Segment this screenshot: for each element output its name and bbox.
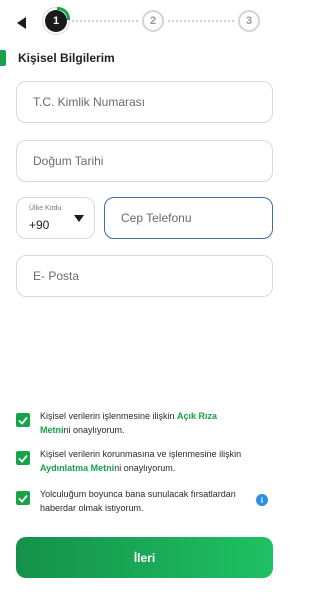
- consent-clarification-checkbox[interactable]: [16, 451, 30, 465]
- consent-explicit-text-after: ni onaylıyorum.: [63, 425, 125, 435]
- phone-placeholder: Cep Telefonu: [121, 211, 192, 225]
- clarification-text-link[interactable]: Aydınlatma Metni: [40, 463, 114, 473]
- consent-marketing-checkbox[interactable]: [16, 491, 30, 505]
- info-icon[interactable]: i: [256, 494, 268, 506]
- country-code-value: +90: [29, 218, 50, 232]
- checkmark-icon: [18, 494, 28, 503]
- triangle-left-icon: [17, 17, 26, 29]
- next-button[interactable]: İleri: [16, 537, 273, 578]
- consent-marketing-text-body: Yolculuğum boyunca bana sunulacak fırsat…: [40, 489, 236, 513]
- caret-down-icon: [74, 215, 84, 222]
- phone-input[interactable]: Cep Telefonu: [104, 197, 273, 239]
- consent-clarification-text-before: Kişisel verilerin korunmasına ve işlenme…: [40, 449, 242, 459]
- consent-explicit-text-before: Kişisel verilerin işlenmesine ilişkin: [40, 411, 178, 421]
- tc-id-placeholder: T.C. Kimlik Numarası: [33, 95, 146, 109]
- back-button[interactable]: [14, 15, 30, 31]
- section-header: Kişisel Bilgilerim: [0, 50, 115, 66]
- consent-clarification-row: Kişisel verilerin korunmasına ve işlenme…: [16, 447, 274, 475]
- consent-explicit-text: Kişisel verilerin işlenmesine ilişkin Aç…: [40, 409, 250, 437]
- section-accent-bar: [0, 50, 6, 66]
- step-3-indicator: 3: [238, 10, 260, 32]
- consent-explicit-row: Kişisel verilerin işlenmesine ilişkin Aç…: [16, 409, 274, 437]
- step-1-number: 1: [52, 15, 60, 27]
- step-1-indicator: 1: [45, 7, 70, 32]
- country-code-label: Ülke Kodu: [29, 205, 62, 212]
- checkmark-icon: [18, 416, 28, 425]
- step-connector-1: [72, 20, 138, 22]
- section-title: Kişisel Bilgilerim: [18, 51, 115, 65]
- country-code-select[interactable]: Ülke Kodu +90: [16, 197, 95, 239]
- step-connector-2: [168, 20, 234, 22]
- tc-id-input[interactable]: T.C. Kimlik Numarası: [16, 81, 273, 123]
- consent-marketing-text: Yolculuğum boyunca bana sunulacak fırsat…: [40, 487, 250, 515]
- birth-date-input[interactable]: Doğum Tarihi: [16, 140, 273, 182]
- birth-date-placeholder: Doğum Tarihi: [33, 154, 104, 168]
- consent-explicit-checkbox[interactable]: [16, 413, 30, 427]
- step-3-number: 3: [245, 15, 253, 27]
- step-2-number: 2: [149, 15, 157, 27]
- progress-stepper: 1 2 3: [0, 7, 290, 36]
- step-2-indicator: 2: [142, 10, 164, 32]
- checkmark-icon: [18, 454, 28, 463]
- consent-clarification-text-after: ni onaylıyorum.: [114, 463, 176, 473]
- consent-clarification-text: Kişisel verilerin korunmasına ve işlenme…: [40, 447, 250, 475]
- email-input[interactable]: E- Posta: [16, 255, 273, 297]
- consent-marketing-row: Yolculuğum boyunca bana sunulacak fırsat…: [16, 487, 274, 515]
- email-placeholder: E- Posta: [33, 269, 80, 283]
